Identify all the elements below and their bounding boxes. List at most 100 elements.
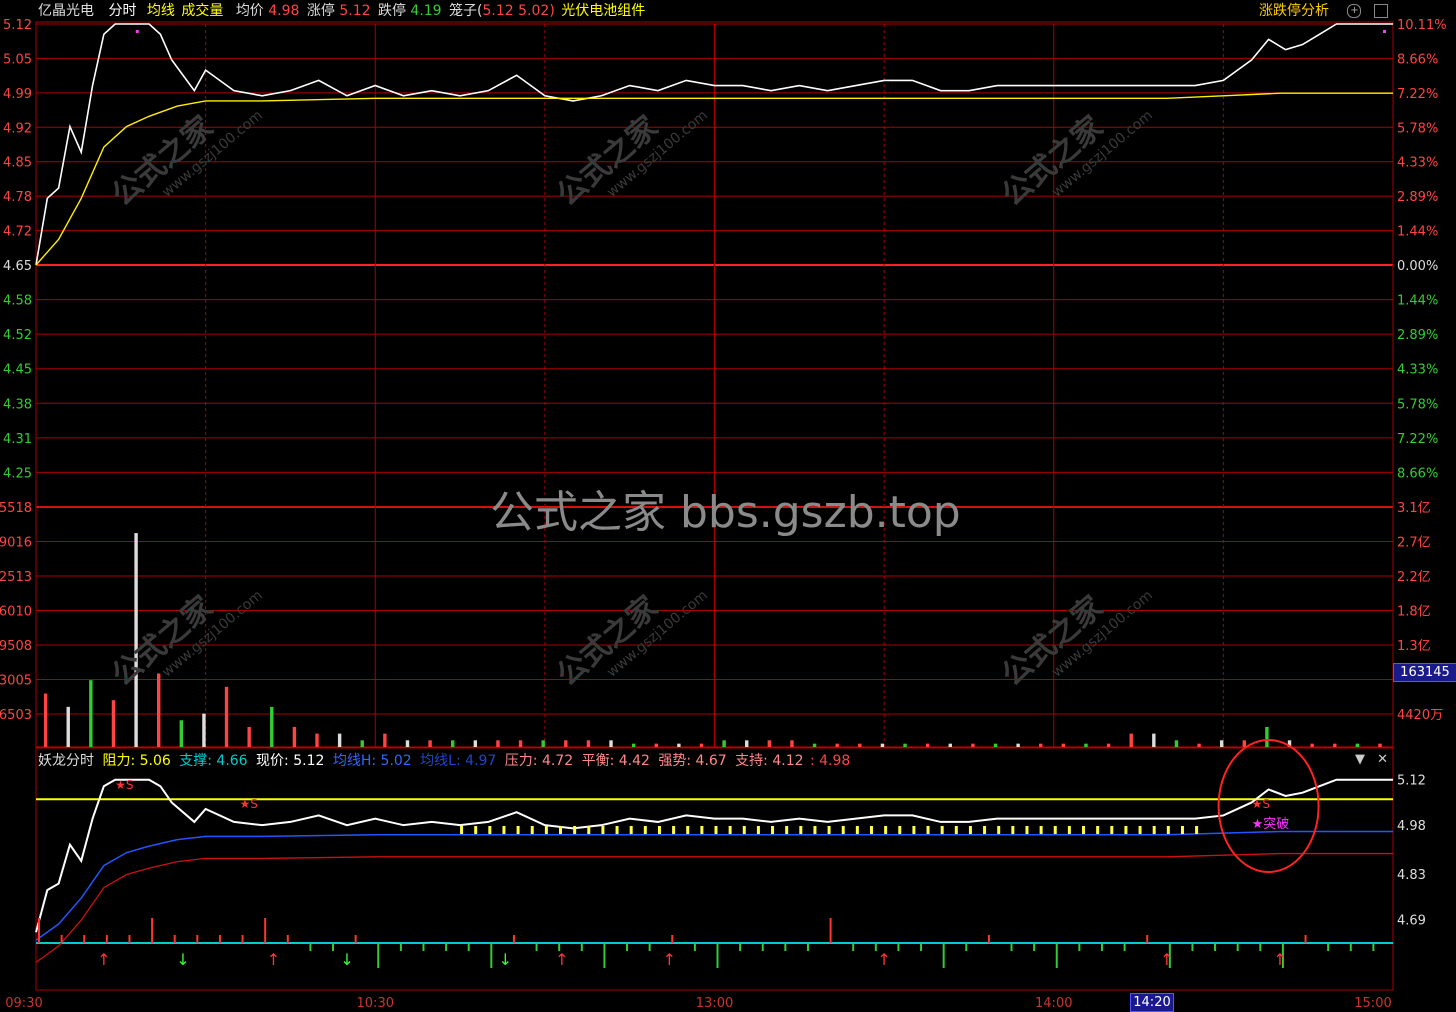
signal-bar <box>693 943 696 951</box>
volume-tick-right: 2.2亿 <box>1397 570 1431 585</box>
cursor-time-badge: 14:20 <box>1130 993 1174 1012</box>
volume-bar <box>1016 743 1020 747</box>
volume-bar <box>812 743 817 747</box>
signal-bar <box>1349 943 1352 951</box>
yellow-pillar <box>601 826 605 834</box>
balance-label: 平衡: <box>581 753 615 769</box>
yellow-pillar <box>898 826 902 834</box>
yellow-pillar <box>672 826 676 834</box>
volume-tick-left: 5518 <box>0 501 32 516</box>
sector-name[interactable]: 光伏电池组件 <box>561 3 645 19</box>
time-tick: 10:30 <box>357 996 394 1011</box>
cursor-volume-badge: 163145 <box>1393 663 1456 682</box>
volume-bar <box>1061 743 1066 747</box>
volume-bar <box>722 740 726 747</box>
signal-bar <box>264 918 267 943</box>
signal-bar <box>60 935 63 943</box>
time-tick: 09:30 <box>5 996 42 1011</box>
volume-bar <box>1265 726 1269 747</box>
volume-bar <box>654 743 658 747</box>
yellow-pillar <box>1039 826 1043 834</box>
yellow-pillar <box>1166 826 1170 834</box>
signal-bar <box>1304 935 1307 943</box>
volume-bar <box>586 740 591 747</box>
volume-tick-left: 3005 <box>0 674 32 689</box>
avg-price-value: 4.98 <box>268 3 300 19</box>
pressure-value: 4.72 <box>541 753 574 769</box>
price-tick-right: 8.66% <box>1397 52 1438 67</box>
price-tick-left: 4.25 <box>3 466 32 481</box>
limit-analysis-button[interactable]: 涨跌停分析 <box>1259 3 1329 19</box>
volume-bar <box>292 726 297 747</box>
signal-bar <box>422 943 425 951</box>
price-tick-left: 5.12 <box>3 18 32 33</box>
price-tick-right: 8.66% <box>1397 466 1438 481</box>
signal-label-s: ★S <box>1252 797 1270 811</box>
yellow-pillar <box>516 826 520 834</box>
hold-label: 支持: <box>735 753 768 769</box>
signal-bar <box>151 918 154 943</box>
limit-up-value: 5.12 <box>339 3 371 19</box>
signal-bar <box>806 943 809 951</box>
avgH-line <box>35 830 1393 941</box>
add-icon[interactable]: + <box>1347 4 1362 18</box>
price-tick-left: 4.78 <box>3 190 32 205</box>
volume-tick-left: 9016 <box>0 536 32 551</box>
yellow-pillar <box>700 826 704 834</box>
stock-name: 亿晶光电 <box>38 3 94 19</box>
volume-bar <box>315 733 319 747</box>
volume-bar <box>1219 740 1224 747</box>
limit-down-label: 跌停 <box>377 3 406 19</box>
yellow-pillar <box>756 826 760 834</box>
volume-bar <box>1333 743 1337 747</box>
signal-bar <box>852 943 855 951</box>
signal-bar <box>196 935 199 943</box>
signal-bar <box>671 935 674 943</box>
balance-value: 4.42 <box>618 753 650 769</box>
yellow-pillar <box>855 826 859 834</box>
yellow-pillar <box>968 826 972 834</box>
volume-tick-right: 3.1亿 <box>1397 501 1431 516</box>
yellow-pillar <box>1110 826 1114 834</box>
yellow-pillar <box>997 826 1001 834</box>
volume-bar <box>270 706 274 747</box>
signal-bar <box>354 935 357 943</box>
volume-bar <box>428 740 432 747</box>
signal-label-breakout: ★突破 <box>1252 816 1290 832</box>
time-tick: 13:00 <box>696 996 733 1011</box>
dropdown-icon[interactable]: ▼ <box>1355 752 1365 767</box>
signal-bar <box>1100 943 1103 951</box>
buy-arrow: ↑ <box>555 950 568 969</box>
indicator-name[interactable]: 妖龙分时 <box>38 753 94 769</box>
close-icon[interactable]: ✕ <box>1377 752 1388 767</box>
signal-bar <box>580 943 583 951</box>
price-tick-right: 2.89% <box>1397 190 1438 205</box>
signal-bar <box>173 935 176 943</box>
volume-bar <box>473 740 478 747</box>
tab-volume[interactable]: 成交量 <box>181 3 223 19</box>
yellow-pillar <box>488 826 492 834</box>
volume-bar <box>1310 743 1314 747</box>
indicator-header: 妖龙分时 阻力: 5.06 支撑: 4.66 现价: 5.12 均线H: 5.0… <box>38 750 850 772</box>
yellow-pillar <box>1152 826 1156 834</box>
signal-bar <box>829 918 832 943</box>
volume-tick-left: 6503 <box>0 708 32 723</box>
magenta-marker <box>135 30 139 33</box>
yellow-pillar <box>841 826 845 834</box>
price-label: 现价: <box>256 753 289 769</box>
volume-tick-left: 6010 <box>0 605 32 620</box>
limit-analysis-area: 涨跌停分析 + <box>1259 0 1388 22</box>
signal-bar <box>286 935 289 943</box>
yellow-pillar <box>1096 826 1100 834</box>
volume-bar <box>111 700 116 747</box>
yellow-pillar <box>954 826 958 834</box>
tab-junxian[interactable]: 均线 <box>147 3 175 19</box>
window-icon[interactable] <box>1373 4 1388 18</box>
sell-arrow: ↓ <box>499 950 512 969</box>
yellow-pillar <box>1011 826 1015 834</box>
signal-bar <box>761 943 764 951</box>
buy-arrow: ↑ <box>1273 950 1286 969</box>
cage-label: 笼子( <box>449 3 483 19</box>
tab-fenshi[interactable]: 分时 <box>108 3 136 19</box>
signal-bar <box>1010 943 1013 951</box>
